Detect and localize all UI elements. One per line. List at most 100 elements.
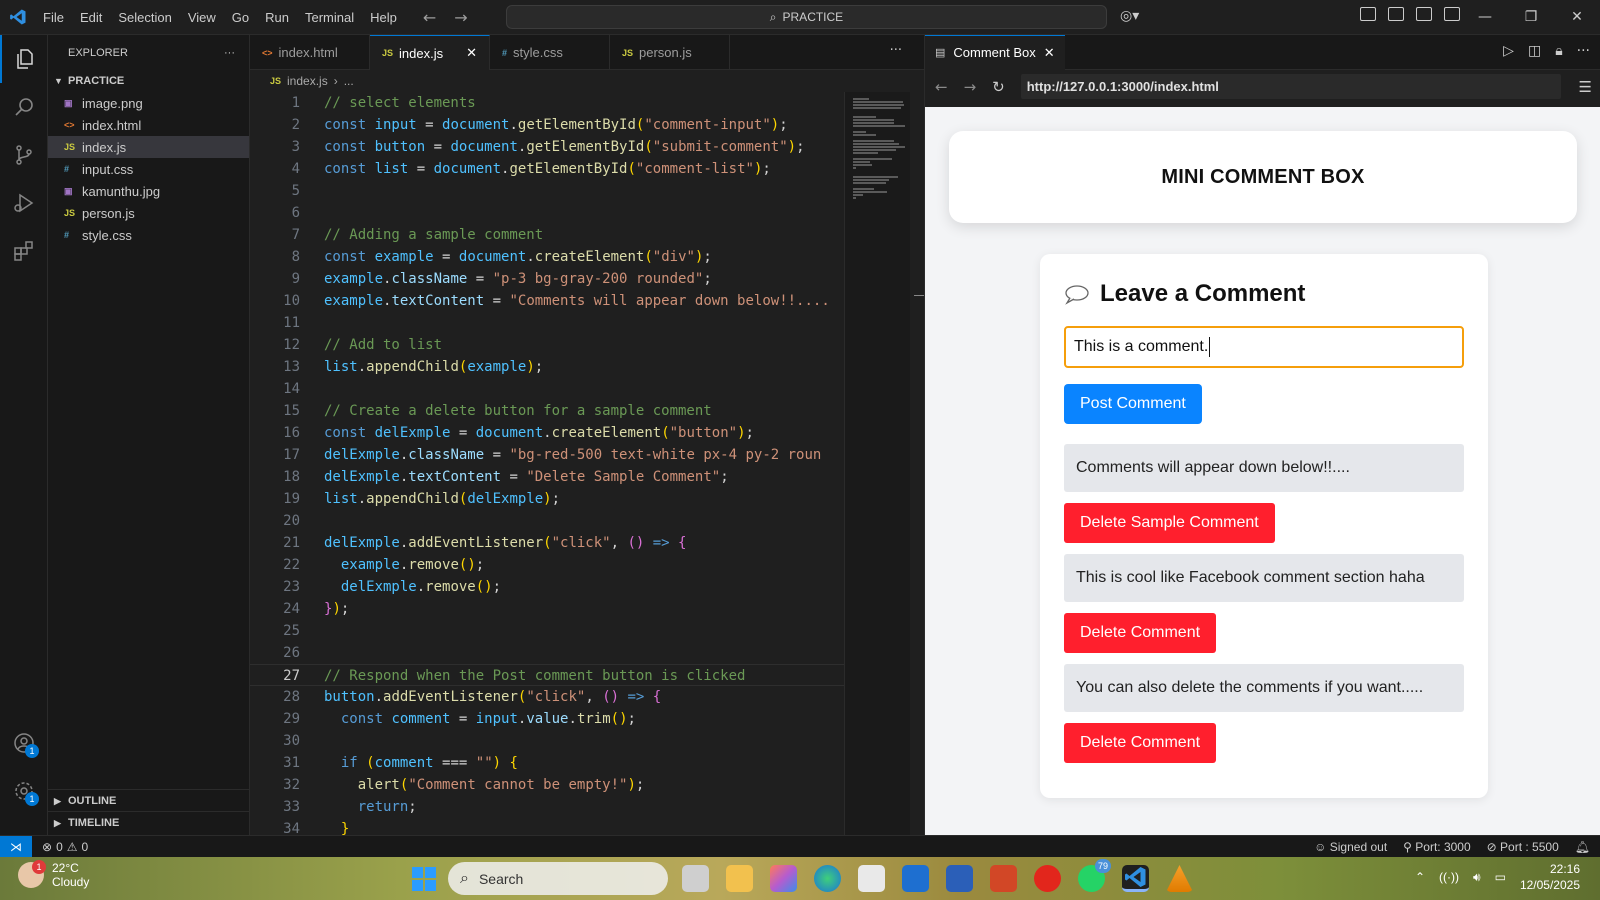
toggle-panel-icon[interactable] xyxy=(1416,7,1432,21)
code-line[interactable]: 12 // Add to list xyxy=(250,334,844,356)
forward-arrow-icon[interactable]: → xyxy=(454,8,467,27)
search-icon[interactable] xyxy=(0,83,48,131)
code-line[interactable]: 20 xyxy=(250,510,844,532)
copilot-icon[interactable]: ◎▾ xyxy=(1120,8,1139,24)
code-line[interactable]: 11 xyxy=(250,312,844,334)
word-icon[interactable] xyxy=(946,865,973,892)
delete-comment-button[interactable]: Delete Comment xyxy=(1064,723,1217,763)
windows-start-icon[interactable] xyxy=(412,867,436,891)
code-line[interactable]: 31 if (comment === "") { xyxy=(250,752,844,774)
code-line[interactable]: 24}); xyxy=(250,598,844,620)
menu-selection[interactable]: Selection xyxy=(110,0,179,35)
menu-help[interactable]: Help xyxy=(362,0,405,35)
opera-icon[interactable] xyxy=(1034,865,1061,892)
code-line[interactable]: 17 delExmple.className = "bg-red-500 text… xyxy=(250,444,844,466)
browser-menu-icon[interactable]: ☰ xyxy=(1579,78,1592,96)
code-line[interactable]: 18 delExmple.textContent = "Delete Sample… xyxy=(250,466,844,488)
menu-run[interactable]: Run xyxy=(257,0,297,35)
code-line[interactable]: 10 example.textContent = "Comments will a… xyxy=(250,290,844,312)
file-item[interactable]: ▣ image.png xyxy=(48,92,249,114)
menu-go[interactable]: Go xyxy=(224,0,257,35)
code-line[interactable]: 30 xyxy=(250,730,844,752)
file-item[interactable]: <> index.html xyxy=(48,114,249,136)
reload-icon[interactable]: ↻ xyxy=(992,78,1005,96)
run-icon[interactable]: ▷ xyxy=(1503,43,1514,59)
minimize-button[interactable]: — xyxy=(1462,0,1508,35)
code-line[interactable]: 13 list.appendChild(example); xyxy=(250,356,844,378)
settings-gear-icon[interactable]: 1 xyxy=(0,767,48,815)
taskbar-search[interactable]: ⌕ Search xyxy=(448,862,668,895)
code-line[interactable]: 32 alert("Comment cannot be empty!"); xyxy=(250,774,844,796)
browser-back-icon[interactable]: ← xyxy=(935,78,948,96)
code-line[interactable]: 16 const delExmple = document.createEleme… xyxy=(250,422,844,444)
tab-comment-box[interactable]: ▤ Comment Box ✕ xyxy=(925,34,1065,70)
more-actions-icon[interactable]: ··· xyxy=(890,43,902,58)
code-line[interactable]: 33 return; xyxy=(250,796,844,818)
remote-indicator-icon[interactable]: ⋊ xyxy=(0,835,32,858)
extensions-icon[interactable] xyxy=(0,227,48,275)
code-line[interactable]: 8 const example = document.createElement(… xyxy=(250,246,844,268)
signed-out-status[interactable]: ☺︎ Signed out xyxy=(1314,840,1387,854)
code-line[interactable]: 23 delExmple.remove(); xyxy=(250,576,844,598)
volume-icon[interactable]: 🔊︎ xyxy=(1473,870,1481,885)
file-explorer-icon[interactable] xyxy=(726,865,753,892)
menu-terminal[interactable]: Terminal xyxy=(297,0,362,35)
menu-edit[interactable]: Edit xyxy=(72,0,110,35)
outlook-icon[interactable] xyxy=(902,865,929,892)
code-line[interactable]: 29 const comment = input.value.trim(); xyxy=(250,708,844,730)
lock-icon[interactable]: 🔒︎ xyxy=(1555,43,1562,59)
code-line[interactable]: 26 xyxy=(250,642,844,664)
more-actions-icon[interactable]: ··· xyxy=(224,47,235,59)
restore-button[interactable]: ❐ xyxy=(1508,0,1554,35)
run-debug-icon[interactable] xyxy=(0,179,48,227)
code-line[interactable]: 15 // Create a delete button for a sample… xyxy=(250,400,844,422)
powerpoint-icon[interactable] xyxy=(990,865,1017,892)
vlc-icon[interactable] xyxy=(1166,865,1193,892)
code-line[interactable]: 28 button.addEventListener("click", () =>… xyxy=(250,686,844,708)
file-item[interactable]: JS index.js xyxy=(48,136,249,158)
delete-comment-button[interactable]: Delete Comment xyxy=(1064,613,1217,653)
weather-widget[interactable]: 1 22°C Cloudy xyxy=(18,860,89,889)
code-line[interactable]: 27 // Respond when the Post comment butto… xyxy=(250,664,844,686)
breadcrumb-file[interactable]: index.js xyxy=(287,74,328,88)
port-3000-status[interactable]: ⚲ Port: 3000 xyxy=(1403,840,1471,854)
explorer-icon[interactable] xyxy=(0,35,48,83)
outline-section[interactable]: ▶ OUTLINE xyxy=(48,789,250,812)
port-5500-status[interactable]: ⊘ Port : 5500 xyxy=(1487,840,1559,854)
comment-input[interactable]: This is a comment. xyxy=(1064,326,1464,368)
code-line[interactable]: 21 delExmple.addEventListener("click", ()… xyxy=(250,532,844,554)
problems-indicator[interactable]: ⊗ 0 ⚠ 0 xyxy=(42,840,88,854)
tab-index-html[interactable]: <> index.html xyxy=(250,35,370,70)
vscode-taskbar-icon[interactable] xyxy=(1122,865,1149,892)
post-comment-button[interactable]: Post Comment xyxy=(1064,384,1202,424)
customize-layout-icon[interactable] xyxy=(1360,7,1376,21)
source-control-icon[interactable] xyxy=(0,131,48,179)
back-arrow-icon[interactable]: ← xyxy=(423,8,436,27)
url-input[interactable]: http://127.0.0.1:3000/index.html xyxy=(1020,74,1561,99)
copilot-app-icon[interactable] xyxy=(770,865,797,892)
delete-sample-comment-button[interactable]: Delete Sample Comment xyxy=(1064,503,1275,543)
wifi-icon[interactable]: ((·)) xyxy=(1439,870,1459,884)
code-line[interactable]: 19 list.appendChild(delExmple); xyxy=(250,488,844,510)
code-line[interactable]: 4 const list = document.getElementById("c… xyxy=(250,158,844,180)
browser-forward-icon[interactable]: → xyxy=(964,78,977,96)
task-view-icon[interactable] xyxy=(682,865,709,892)
code-line[interactable]: 2 const input = document.getElementById("… xyxy=(250,114,844,136)
close-window-button[interactable]: ✕ xyxy=(1554,0,1600,35)
command-center-search[interactable]: ⌕ PRACTICE xyxy=(506,5,1107,29)
code-line[interactable]: 1 // select elements xyxy=(250,92,844,114)
minimap[interactable] xyxy=(844,92,910,835)
breadcrumb-rest[interactable]: ... xyxy=(344,74,354,88)
code-line[interactable]: 14 xyxy=(250,378,844,400)
code-editor[interactable]: 1 // select elements 2 const input = docume… xyxy=(250,92,844,835)
folder-practice[interactable]: ▼ PRACTICE xyxy=(48,70,249,92)
tab-person-js[interactable]: JS person.js xyxy=(610,35,730,70)
split-editor-icon[interactable]: ◫ xyxy=(1528,43,1541,59)
battery-icon[interactable]: ▭ xyxy=(1495,870,1506,884)
menu-file[interactable]: File xyxy=(35,0,72,35)
file-item[interactable]: ▣ kamunthu.jpg xyxy=(48,180,249,202)
edge-icon[interactable] xyxy=(814,865,841,892)
tab-style-css[interactable]: # style.css xyxy=(490,35,610,70)
toggle-primary-sidebar-icon[interactable] xyxy=(1388,7,1404,21)
file-item[interactable]: # input.css xyxy=(48,158,249,180)
